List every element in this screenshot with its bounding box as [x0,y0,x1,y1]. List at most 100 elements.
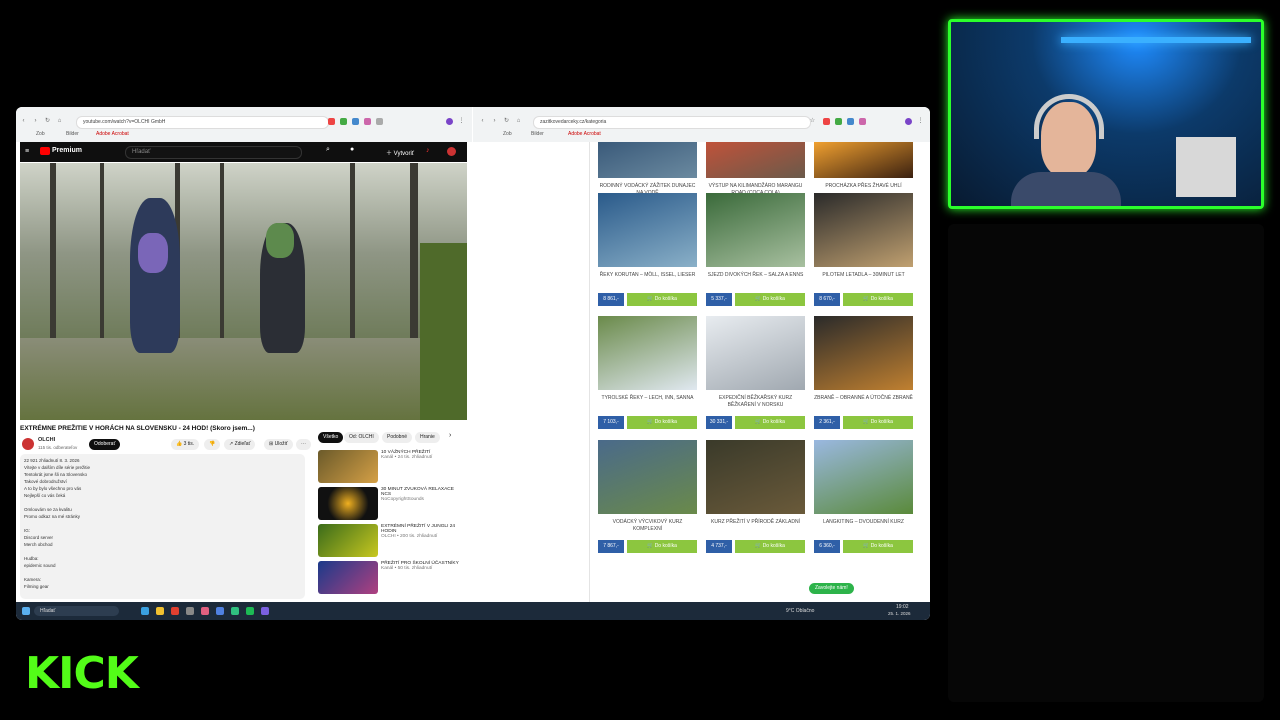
youtube-search-input[interactable]: Hľadať [125,146,302,159]
chip-similar[interactable]: Podobné [382,432,413,443]
hamburger-icon[interactable]: ≡ [25,148,29,155]
bookmark-star-icon[interactable]: ☆ [809,118,816,125]
product-title[interactable]: KURZ PŘEŽITÍ V PŘÍRODĚ ZÁKLADNÍ [706,519,805,526]
chevron-right-icon[interactable]: › [449,432,451,439]
add-to-cart-button[interactable]: 🛒 Do košíka [843,416,913,429]
recommended-item[interactable]: 30 MINUT ZVUKOVÁ RELAXACE NCS NoCopyright… [381,487,461,502]
create-button[interactable]: ＋ Vytvoriť [386,148,414,157]
chip-from-channel[interactable]: Od: OLCHI [344,432,379,443]
product-title[interactable]: VODÁCKÝ VÝCVIKOVÝ KURZ KOMPLEXNÍ [598,519,697,532]
product-title[interactable]: SJEZD DIVOKÝCH ŘEK – SALZA A ENNS [706,272,805,279]
youtube-logo-icon[interactable] [40,147,50,155]
product-title[interactable]: EXPEDIČNÍ BĚŽKAŘSKÝ KURZ BĚŽKAŘENÍ V NOR… [706,395,805,408]
product-image[interactable] [706,193,805,267]
recommended-item[interactable]: EXTRÉMNÍ PŘEŽITÍ V JUNGLI 24 HODIN OLCHI … [381,524,461,539]
forward-icon[interactable]: › [491,118,498,125]
extension-icon[interactable] [823,118,830,125]
app-icon[interactable] [201,607,209,615]
recommended-thumbnail[interactable] [318,561,378,594]
app-icon[interactable] [231,607,239,615]
video-player[interactable] [20,163,467,420]
extension-icon[interactable] [352,118,359,125]
dislike-button[interactable]: 👎 [204,439,221,450]
back-icon[interactable]: ‹ [20,118,27,125]
product-image[interactable] [598,193,697,267]
search-icon[interactable]: ⌕ [326,146,330,154]
edge-icon[interactable] [141,607,149,615]
product-image[interactable] [814,316,913,390]
clock-date[interactable]: 25. 1. 2026 [888,611,911,616]
product-title[interactable]: LANGKITING – DVOUDENNÍ KURZ [814,519,913,526]
bookmark-item[interactable]: Adobe Acrobat [568,131,601,137]
save-button[interactable]: ⊞ Uložiť [264,439,293,450]
app-icon[interactable] [186,607,194,615]
product-image[interactable] [706,316,805,390]
product-title[interactable]: ŘEKY KORUTAN – MÖLL, ISSEL, LIESER [598,272,697,279]
menu-icon[interactable]: ⋮ [917,118,924,125]
weather-widget[interactable]: 9°C Oblačno [786,608,814,614]
microphone-icon[interactable]: ● [350,146,354,153]
product-title[interactable]: TYROLSKÉ ŘEKY – LECH, INN, SANNA [598,395,697,402]
product-title[interactable]: ZBRANĚ – OBRANNÉ A ÚTOČNÉ ZBRANĚ [814,395,913,402]
product-image[interactable] [814,440,913,514]
shop-address-bar[interactable]: zazitkovedarceky.cz/kategoria [533,116,811,129]
recommended-item[interactable]: PŘEŽITÍ PRO ŠKOLNÍ ÚČASTNÍKY Kanál • 50 t… [381,561,461,571]
extension-icon[interactable] [847,118,854,125]
subscribe-button[interactable]: Odoberať [89,439,121,450]
clock-time[interactable]: 19:02 [896,604,909,610]
channel-avatar[interactable] [22,438,34,450]
avatar[interactable] [447,147,456,156]
menu-icon[interactable]: ⋮ [458,118,465,125]
start-icon[interactable] [22,607,30,615]
youtube-address-bar[interactable]: youtube.com/watch?v=OLCHI GmbH [76,116,329,129]
app-icon[interactable] [216,607,224,615]
recommended-thumbnail[interactable] [318,524,378,557]
app-icon[interactable] [261,607,269,615]
product-image[interactable] [598,142,697,178]
extension-icon[interactable] [340,118,347,125]
bookmark-item[interactable]: Zob [36,131,45,137]
product-title[interactable]: PILOTEM LETADLA – 30MINUT LET [814,272,913,279]
add-to-cart-button[interactable]: 🛒 Do košíka [627,416,697,429]
reload-icon[interactable]: ↻ [503,118,510,125]
notifications-icon[interactable]: ♪ [426,147,430,154]
home-icon[interactable]: ⌂ [56,118,63,125]
product-image[interactable] [598,440,697,514]
like-button[interactable]: 👍 3 tis. [171,439,200,450]
bookmark-item[interactable]: Bilder [66,131,79,137]
explorer-icon[interactable] [156,607,164,615]
product-image[interactable] [706,142,805,178]
product-image[interactable] [814,142,913,178]
profile-avatar[interactable] [446,118,453,125]
product-image[interactable] [706,440,805,514]
extension-icon[interactable] [364,118,371,125]
back-icon[interactable]: ‹ [479,118,486,125]
bookmark-item[interactable]: Bilder [531,131,544,137]
add-to-cart-button[interactable]: 🛒 Do košíka [735,416,805,429]
taskbar-search-input[interactable]: Hľadať [34,606,119,616]
extension-icon[interactable] [859,118,866,125]
spotify-icon[interactable] [246,607,254,615]
recommended-thumbnail[interactable] [318,450,378,483]
bookmark-item[interactable]: Adobe Acrobat [96,131,129,137]
more-actions-button[interactable]: ⋯ [296,439,311,450]
add-to-cart-button[interactable]: 🛒 Do košíka [627,540,697,553]
extension-icon[interactable] [376,118,383,125]
add-to-cart-button[interactable]: 🛒 Do košíka [843,540,913,553]
share-button[interactable]: ↗ Zdieľať [224,439,256,450]
bookmark-item[interactable]: Zob [503,131,512,137]
extension-icon[interactable] [835,118,842,125]
product-title[interactable]: PROCHÁZKA PŘES ŽHAVÉ UHLÍ [814,183,913,190]
home-icon[interactable]: ⌂ [515,118,522,125]
youtube-logo[interactable]: Premium [52,147,82,154]
recommended-thumbnail[interactable] [318,487,378,520]
add-to-cart-button[interactable]: 🛒 Do košíka [627,293,697,306]
channel-name[interactable]: OLCHI [38,437,55,443]
chat-button[interactable]: Zavolejte nám! [809,583,854,594]
product-image[interactable] [598,316,697,390]
reload-icon[interactable]: ↻ [44,118,51,125]
forward-icon[interactable]: › [32,118,39,125]
recommended-item[interactable]: 10 VÁŽNÝCH PŘEŽITÍ Kanál • 24 tis. zhliad… [381,450,461,460]
acrobat-icon[interactable] [171,607,179,615]
chip-all[interactable]: Všetko [318,432,344,443]
